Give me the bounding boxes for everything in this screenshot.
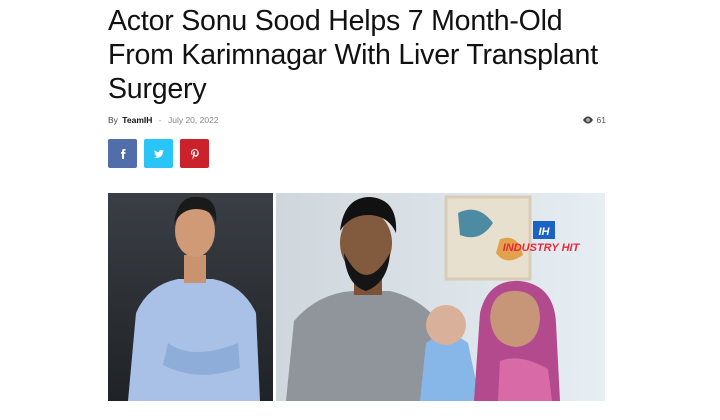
facebook-share-button[interactable] bbox=[108, 139, 137, 168]
article-title: Actor Sonu Sood Helps 7 Month-Old From K… bbox=[108, 5, 598, 105]
by-label: By bbox=[108, 115, 118, 125]
share-buttons bbox=[108, 139, 209, 168]
pinterest-icon bbox=[190, 148, 199, 159]
eye-icon bbox=[582, 116, 593, 124]
article-meta: By TeamIH - July 20, 2022 61 bbox=[108, 115, 606, 129]
view-count-value: 61 bbox=[596, 115, 606, 125]
author-link[interactable]: TeamIH bbox=[122, 115, 152, 125]
featured-image-illustration: IH INDUSTRY HIT bbox=[108, 193, 605, 401]
view-count: 61 bbox=[582, 115, 606, 125]
facebook-icon bbox=[120, 148, 125, 159]
publish-date: July 20, 2022 bbox=[167, 115, 219, 125]
twitter-icon bbox=[153, 149, 164, 158]
watermark-logo-text: IH bbox=[539, 226, 551, 238]
featured-image: IH INDUSTRY HIT bbox=[108, 193, 605, 401]
watermark-text: INDUSTRY HIT bbox=[503, 242, 581, 254]
pinterest-share-button[interactable] bbox=[180, 139, 209, 168]
meta-separator: - bbox=[158, 115, 162, 125]
twitter-share-button[interactable] bbox=[144, 139, 173, 168]
